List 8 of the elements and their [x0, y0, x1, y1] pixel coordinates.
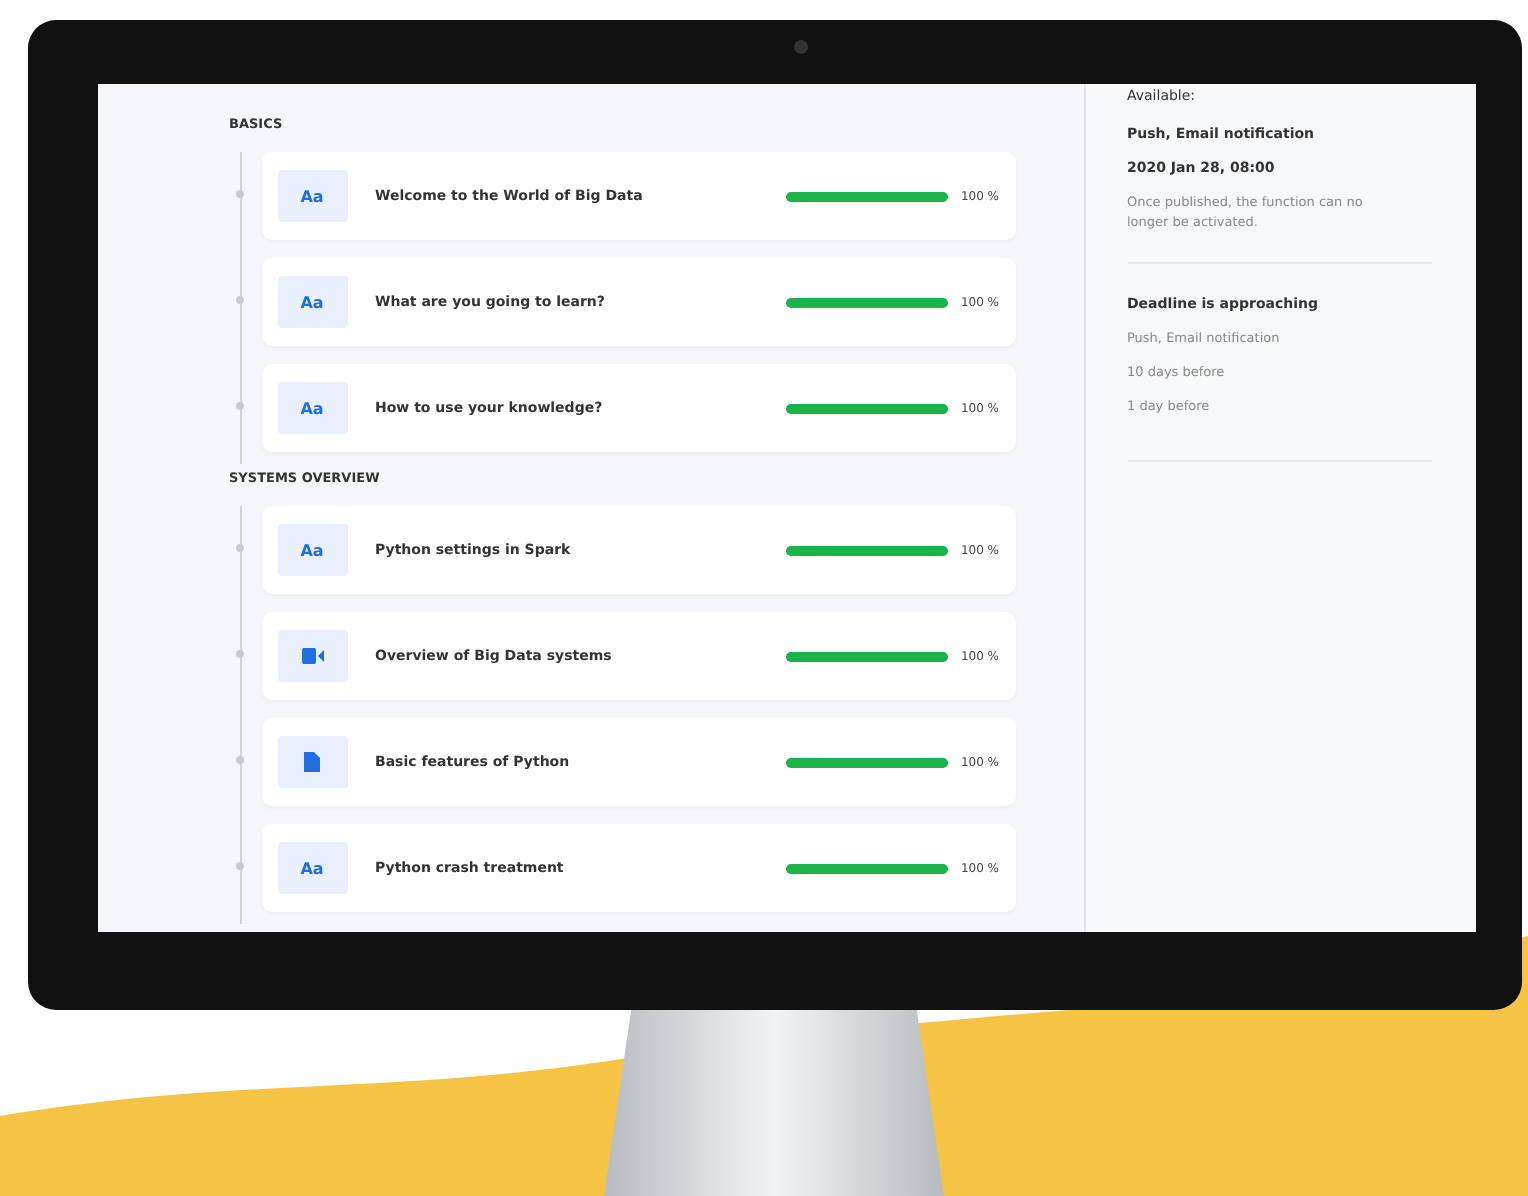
lesson-type-icon: Aa: [277, 524, 347, 576]
lesson-type-icon: Aa: [277, 276, 347, 328]
lesson-type-icon: Aa: [277, 382, 347, 434]
lesson-type-icon: [277, 630, 347, 682]
lesson-type-icon: Aa: [277, 842, 347, 894]
lesson-type-icon: Aa: [277, 170, 347, 222]
lesson-type-icon: [277, 736, 347, 788]
camera-icon: [793, 40, 807, 54]
